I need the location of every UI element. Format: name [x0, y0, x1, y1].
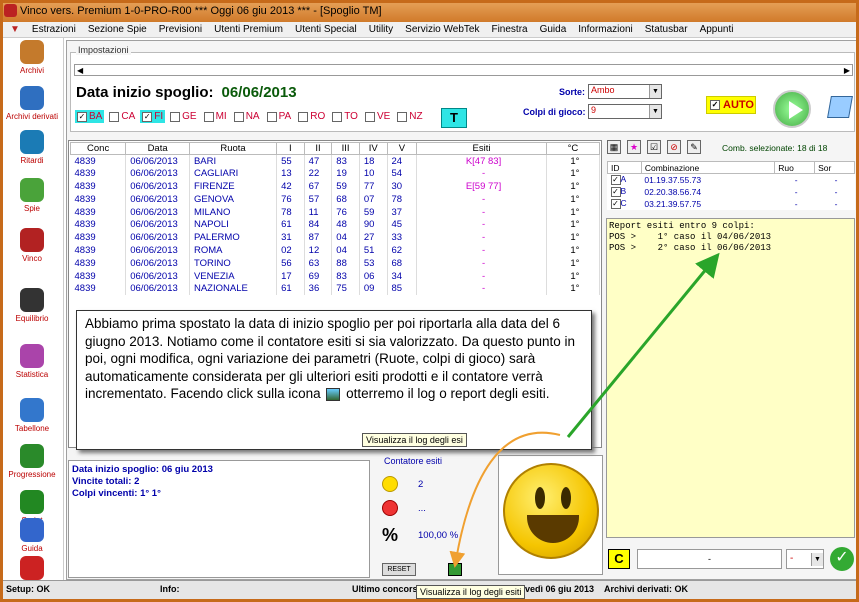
status-archivi: Archivi derivati: OK — [604, 584, 689, 594]
orange-arrow — [449, 431, 561, 568]
status-ultimo: Ultimo concors — [352, 584, 418, 594]
status-info: Info: — [160, 584, 180, 594]
annotation-arrows — [449, 252, 720, 568]
status-date: vedì 06 giu 2013 — [525, 584, 595, 594]
status-setup: Setup: OK — [6, 584, 50, 594]
tooltip-bottom: Visualizza il log degli esiti — [416, 585, 526, 599]
green-arrow — [566, 252, 720, 438]
